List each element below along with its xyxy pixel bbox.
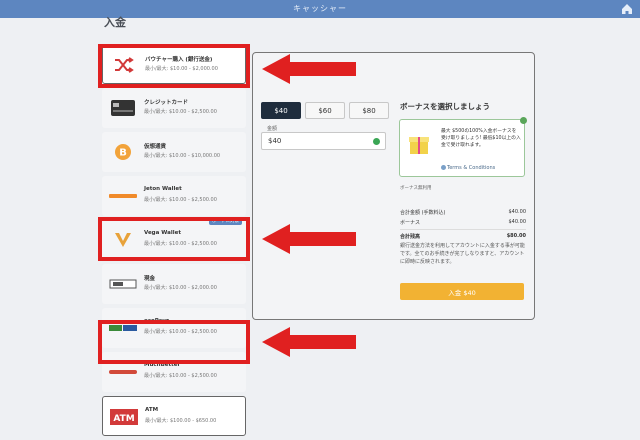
method-name: Jeton Wallet bbox=[144, 186, 182, 192]
amount-button-60[interactable]: $60 bbox=[305, 102, 345, 119]
svg-text:B: B bbox=[119, 148, 127, 159]
cashier-title: キャッシャー bbox=[293, 4, 347, 13]
method-name: 仮想通貨 bbox=[144, 144, 167, 150]
gift-box-icon bbox=[409, 137, 429, 154]
deposit-panel: $40 $60 $80 金額 $40 ボーナスを選択しましょう 最大 $500の… bbox=[252, 52, 535, 320]
method-name: クレジットカード bbox=[144, 100, 189, 106]
method-crypto[interactable]: B 仮想通貨 最小/最大: $10.00 - $10,000.00 bbox=[102, 132, 246, 172]
preset-amounts: $40 $60 $80 bbox=[261, 102, 393, 119]
top-bar: キャッシャー bbox=[0, 0, 640, 18]
amount-value: $40 bbox=[268, 137, 282, 145]
summary-total-row: 合計残高 $80.00 bbox=[400, 229, 526, 240]
method-range: 最小/最大: $10.00 - $2,500.00 bbox=[144, 109, 217, 115]
info-icon bbox=[441, 165, 446, 170]
summary-label: ボーナス bbox=[400, 220, 421, 226]
arrow-icon bbox=[262, 327, 356, 357]
terms-link[interactable]: Terms & Conditions bbox=[447, 165, 495, 171]
summary-value: $40.00 bbox=[508, 219, 527, 225]
method-range: 最小/最大: $100.00 - $650.00 bbox=[145, 418, 217, 424]
selected-check-icon bbox=[520, 117, 527, 124]
method-cash[interactable]: 現金 最小/最大: $10.00 - $2,000.00 bbox=[102, 264, 246, 304]
bonus-text: 最大 $500の100%入金ボーナスを受け取りましょう! 最低$10以上の入金で… bbox=[441, 129, 521, 148]
summary-label: 合計残高 bbox=[400, 234, 421, 240]
svg-text:ATM: ATM bbox=[113, 414, 134, 424]
method-range: 最小/最大: $10.00 - $10,000.00 bbox=[144, 153, 221, 159]
deposit-note: 銀行送金方法を利用してアカウントに入金する事が可能です。全てのお手続きが完了しな… bbox=[400, 243, 525, 265]
method-atm[interactable]: ATM ATM 最小/最大: $100.00 - $650.00 bbox=[102, 396, 246, 436]
method-range: 最小/最大: $10.00 - $2,500.00 bbox=[144, 373, 217, 379]
bonus-card[interactable]: 最大 $500の100%入金ボーナスを受け取りましょう! 最低$10以上の入金で… bbox=[399, 117, 527, 177]
bonus-title: ボーナスを選択しましょう bbox=[400, 102, 490, 111]
deposit-button[interactable]: 入金 $40 bbox=[400, 283, 524, 300]
no-bonus-option[interactable]: ボーナス無利用 bbox=[400, 185, 432, 191]
method-name: 現金 bbox=[144, 276, 156, 282]
credit-card-icon bbox=[108, 97, 138, 119]
method-credit-card[interactable]: クレジットカード 最小/最大: $10.00 - $2,500.00 bbox=[102, 88, 246, 128]
bitcoin-icon: B bbox=[108, 141, 138, 163]
amount-label: 金額 bbox=[267, 126, 278, 132]
check-icon bbox=[373, 138, 380, 145]
summary-row: 合計金額 (手数料込) $40.00 bbox=[400, 209, 526, 216]
summary-value: $80.00 bbox=[506, 233, 526, 239]
highlight-cash bbox=[98, 217, 250, 261]
amount-button-80[interactable]: $80 bbox=[349, 102, 389, 119]
highlight-atm bbox=[98, 320, 250, 364]
summary-value: $40.00 bbox=[508, 209, 527, 215]
atm-icon: ATM bbox=[109, 406, 139, 428]
arrow-icon bbox=[262, 54, 356, 84]
amount-button-40[interactable]: $40 bbox=[261, 102, 301, 119]
summary-row: ボーナス $40.00 bbox=[400, 219, 526, 226]
method-range: 最小/最大: $10.00 - $2,500.00 bbox=[144, 197, 217, 203]
method-jeton[interactable]: Jeton Wallet 最小/最大: $10.00 - $2,500.00 bbox=[102, 176, 246, 216]
muchbetter-icon bbox=[108, 361, 138, 383]
arrow-icon bbox=[262, 224, 356, 254]
summary-label: 合計金額 (手数料込) bbox=[400, 210, 446, 216]
page-heading: 入金 bbox=[104, 16, 126, 29]
method-range: 最小/最大: $10.00 - $2,000.00 bbox=[144, 285, 217, 291]
method-name: ATM bbox=[145, 407, 159, 413]
deposit-summary: 合計金額 (手数料込) $40.00 ボーナス $40.00 合計残高 $80.… bbox=[400, 209, 526, 243]
amount-field[interactable]: $40 bbox=[261, 132, 386, 150]
cash-icon bbox=[108, 273, 138, 295]
highlight-voucher bbox=[98, 44, 250, 88]
jeton-icon bbox=[108, 185, 138, 207]
home-icon[interactable] bbox=[620, 2, 634, 16]
